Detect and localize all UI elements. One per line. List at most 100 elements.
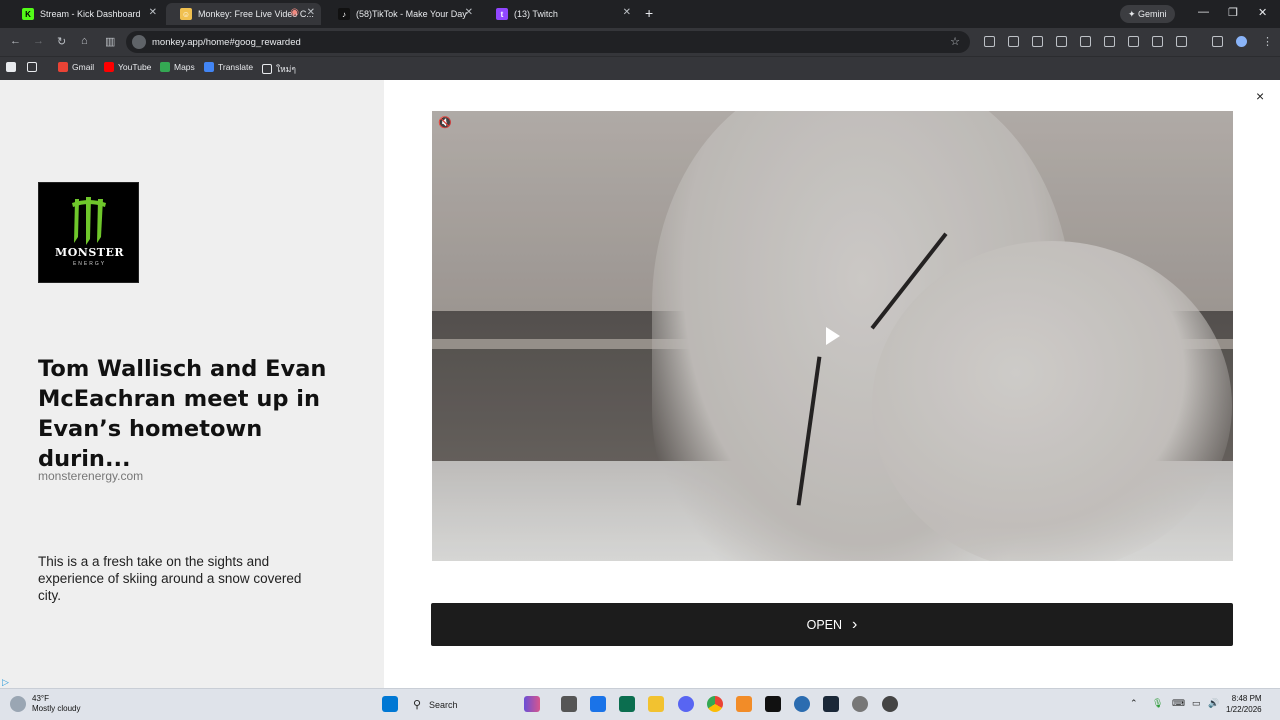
favorites-icon[interactable] bbox=[1056, 36, 1067, 47]
download-icon[interactable] bbox=[1008, 36, 1019, 47]
ad-video-player[interactable]: 🔇 bbox=[432, 111, 1233, 561]
adchoices-icon[interactable]: ▷ bbox=[2, 677, 9, 688]
tab-monkey[interactable]: ☺ Monkey: Free Live Video C... ◉ ✕ bbox=[166, 3, 321, 25]
tab-search-icon[interactable] bbox=[1212, 36, 1223, 47]
chevron-up-icon[interactable]: ⌃ bbox=[1130, 698, 1138, 709]
search-label: Search bbox=[429, 700, 458, 710]
bookmark-youtube[interactable]: YouTube bbox=[104, 62, 151, 72]
minimize-icon[interactable]: — bbox=[1198, 6, 1209, 18]
file-explorer-icon[interactable] bbox=[648, 696, 664, 712]
start-icon[interactable] bbox=[382, 696, 398, 712]
logo-subtext: ENERGY bbox=[72, 261, 107, 267]
home-icon[interactable]: ⌂ bbox=[81, 35, 88, 47]
discord-icon[interactable] bbox=[678, 696, 694, 712]
time: 8:48 PM bbox=[1231, 694, 1262, 703]
bookmark-label: YouTube bbox=[118, 62, 152, 72]
bookmark-label: Gmail bbox=[72, 62, 95, 72]
bookmark-translate[interactable]: Translate bbox=[204, 62, 253, 72]
settings-icon[interactable] bbox=[852, 696, 868, 712]
chrome-icon[interactable] bbox=[707, 696, 723, 712]
ad-description: This is a a fresh take on the sights and… bbox=[38, 554, 302, 603]
ad-info-panel: MONSTER ENERGY Tom Wallisch and Evan McE… bbox=[0, 80, 384, 688]
address-bar[interactable]: monkey.app/home#goog_rewarded ☆ bbox=[126, 31, 970, 53]
tiktok-icon: ♪ bbox=[338, 8, 350, 20]
bookmark-blank-icon[interactable] bbox=[6, 62, 20, 72]
open-button[interactable]: OPEN › bbox=[431, 603, 1233, 646]
bookmark-maps[interactable]: Maps bbox=[160, 62, 195, 72]
play-icon[interactable] bbox=[826, 327, 840, 345]
ad-title[interactable]: Tom Wallisch and Evan McEachran meet up … bbox=[38, 354, 358, 474]
widgets-icon[interactable] bbox=[524, 696, 540, 712]
date: 1/22/2026 bbox=[1226, 705, 1262, 714]
recording-icon: ◉ bbox=[290, 7, 299, 18]
close-ad-icon[interactable]: × bbox=[1256, 88, 1264, 104]
clock[interactable]: 8:48 PM 1/22/2026 bbox=[1226, 693, 1262, 715]
weather-desc: Mostly cloudy bbox=[32, 704, 81, 713]
gemini-button[interactable]: ✦ Gemini bbox=[1120, 5, 1175, 23]
logo-wordmark: MONSTER bbox=[55, 246, 124, 259]
close-tab-icon[interactable]: ✕ bbox=[623, 7, 631, 18]
cloud-icon bbox=[10, 696, 26, 712]
bookmark-label: Maps bbox=[174, 62, 195, 72]
tab-title: (13) Twitch bbox=[514, 9, 558, 19]
gemini-icon: ✦ bbox=[1128, 8, 1139, 19]
app-icon[interactable] bbox=[765, 696, 781, 712]
tab-strip: K Stream - Kick Dashboard ✕ ☺ Monkey: Fr… bbox=[0, 0, 1280, 28]
bookmark-label: Translate bbox=[218, 62, 254, 72]
monster-energy-logo[interactable]: MONSTER ENERGY bbox=[38, 182, 139, 283]
browser-chrome: K Stream - Kick Dashboard ✕ ☺ Monkey: Fr… bbox=[0, 0, 1280, 80]
app-icon[interactable] bbox=[736, 696, 752, 712]
tab-tiktok[interactable]: ♪ (58)TikTok - Make Your Day ✕ bbox=[324, 3, 479, 25]
twitch-icon: t bbox=[496, 8, 508, 20]
browser-app-icon[interactable] bbox=[590, 696, 606, 712]
extension-icon[interactable] bbox=[1080, 36, 1091, 47]
bookmark-gmail[interactable]: Gmail bbox=[58, 62, 94, 72]
bookmark-star-icon[interactable]: ☆ bbox=[950, 35, 960, 48]
translate-icon[interactable] bbox=[1152, 36, 1163, 47]
volume-icon[interactable]: 🔊 bbox=[1208, 698, 1219, 709]
extension-icon[interactable] bbox=[1128, 36, 1139, 47]
bookmark-folder[interactable]: ใหม่ๆ bbox=[262, 62, 296, 76]
new-tab-icon[interactable]: + bbox=[645, 5, 653, 21]
back-icon[interactable]: ← bbox=[10, 35, 21, 47]
site-info-icon[interactable] bbox=[132, 35, 146, 49]
install-app-icon[interactable] bbox=[984, 36, 995, 47]
bookmark-label: ใหม่ๆ bbox=[276, 64, 296, 74]
close-tab-icon[interactable]: ✕ bbox=[465, 7, 473, 18]
window-close-icon[interactable]: ✕ bbox=[1258, 6, 1267, 19]
gemini-label: Gemini bbox=[1138, 9, 1167, 19]
url-text: monkey.app/home#goog_rewarded bbox=[152, 36, 301, 48]
weather-widget[interactable]: 43°F Mostly cloudy bbox=[10, 694, 80, 714]
ad-domain[interactable]: monsterenergy.com bbox=[38, 469, 143, 483]
side-panel-icon[interactable]: ▥ bbox=[105, 35, 115, 48]
store-icon[interactable] bbox=[619, 696, 635, 712]
microphone-icon[interactable]: 🎙 bbox=[1152, 698, 1163, 709]
reload-icon[interactable]: ↻ bbox=[57, 35, 66, 48]
windows-taskbar: 43°F Mostly cloudy ⚲ Search ⌃ 🎙 ⌨ ▭ 🔊 8:4… bbox=[0, 688, 1280, 720]
youtube-icon bbox=[104, 62, 114, 72]
open-button-label: OPEN bbox=[806, 617, 843, 632]
history-icon[interactable] bbox=[1032, 36, 1043, 47]
task-view-icon[interactable] bbox=[561, 696, 577, 712]
forward-icon[interactable]: → bbox=[33, 35, 44, 47]
tab-twitch[interactable]: t (13) Twitch ✕ bbox=[482, 3, 637, 25]
profile-avatar-icon[interactable] bbox=[1236, 36, 1247, 47]
network-icon[interactable]: ▭ bbox=[1192, 698, 1201, 709]
wallet-icon[interactable] bbox=[1104, 36, 1115, 47]
app-icon[interactable] bbox=[794, 696, 810, 712]
restore-icon[interactable]: ❐ bbox=[1228, 6, 1238, 19]
link-icon[interactable] bbox=[1176, 36, 1187, 47]
menu-kebab-icon[interactable]: ⋮ bbox=[1262, 35, 1273, 48]
tab-kick[interactable]: K Stream - Kick Dashboard ✕ bbox=[8, 3, 163, 25]
taskbar-search[interactable]: ⚲ Search bbox=[407, 694, 515, 716]
keyboard-icon[interactable]: ⌨ bbox=[1172, 698, 1185, 709]
steam-icon[interactable] bbox=[823, 696, 839, 712]
chevron-right-icon: › bbox=[852, 615, 858, 633]
mute-icon[interactable]: 🔇 bbox=[438, 116, 452, 130]
close-tab-icon[interactable]: ✕ bbox=[307, 7, 315, 18]
apps-grid-icon[interactable] bbox=[27, 62, 41, 72]
tab-title: Stream - Kick Dashboard bbox=[40, 9, 141, 19]
app-icon[interactable] bbox=[882, 696, 898, 712]
close-tab-icon[interactable]: ✕ bbox=[149, 7, 157, 18]
folder-icon bbox=[262, 64, 272, 74]
